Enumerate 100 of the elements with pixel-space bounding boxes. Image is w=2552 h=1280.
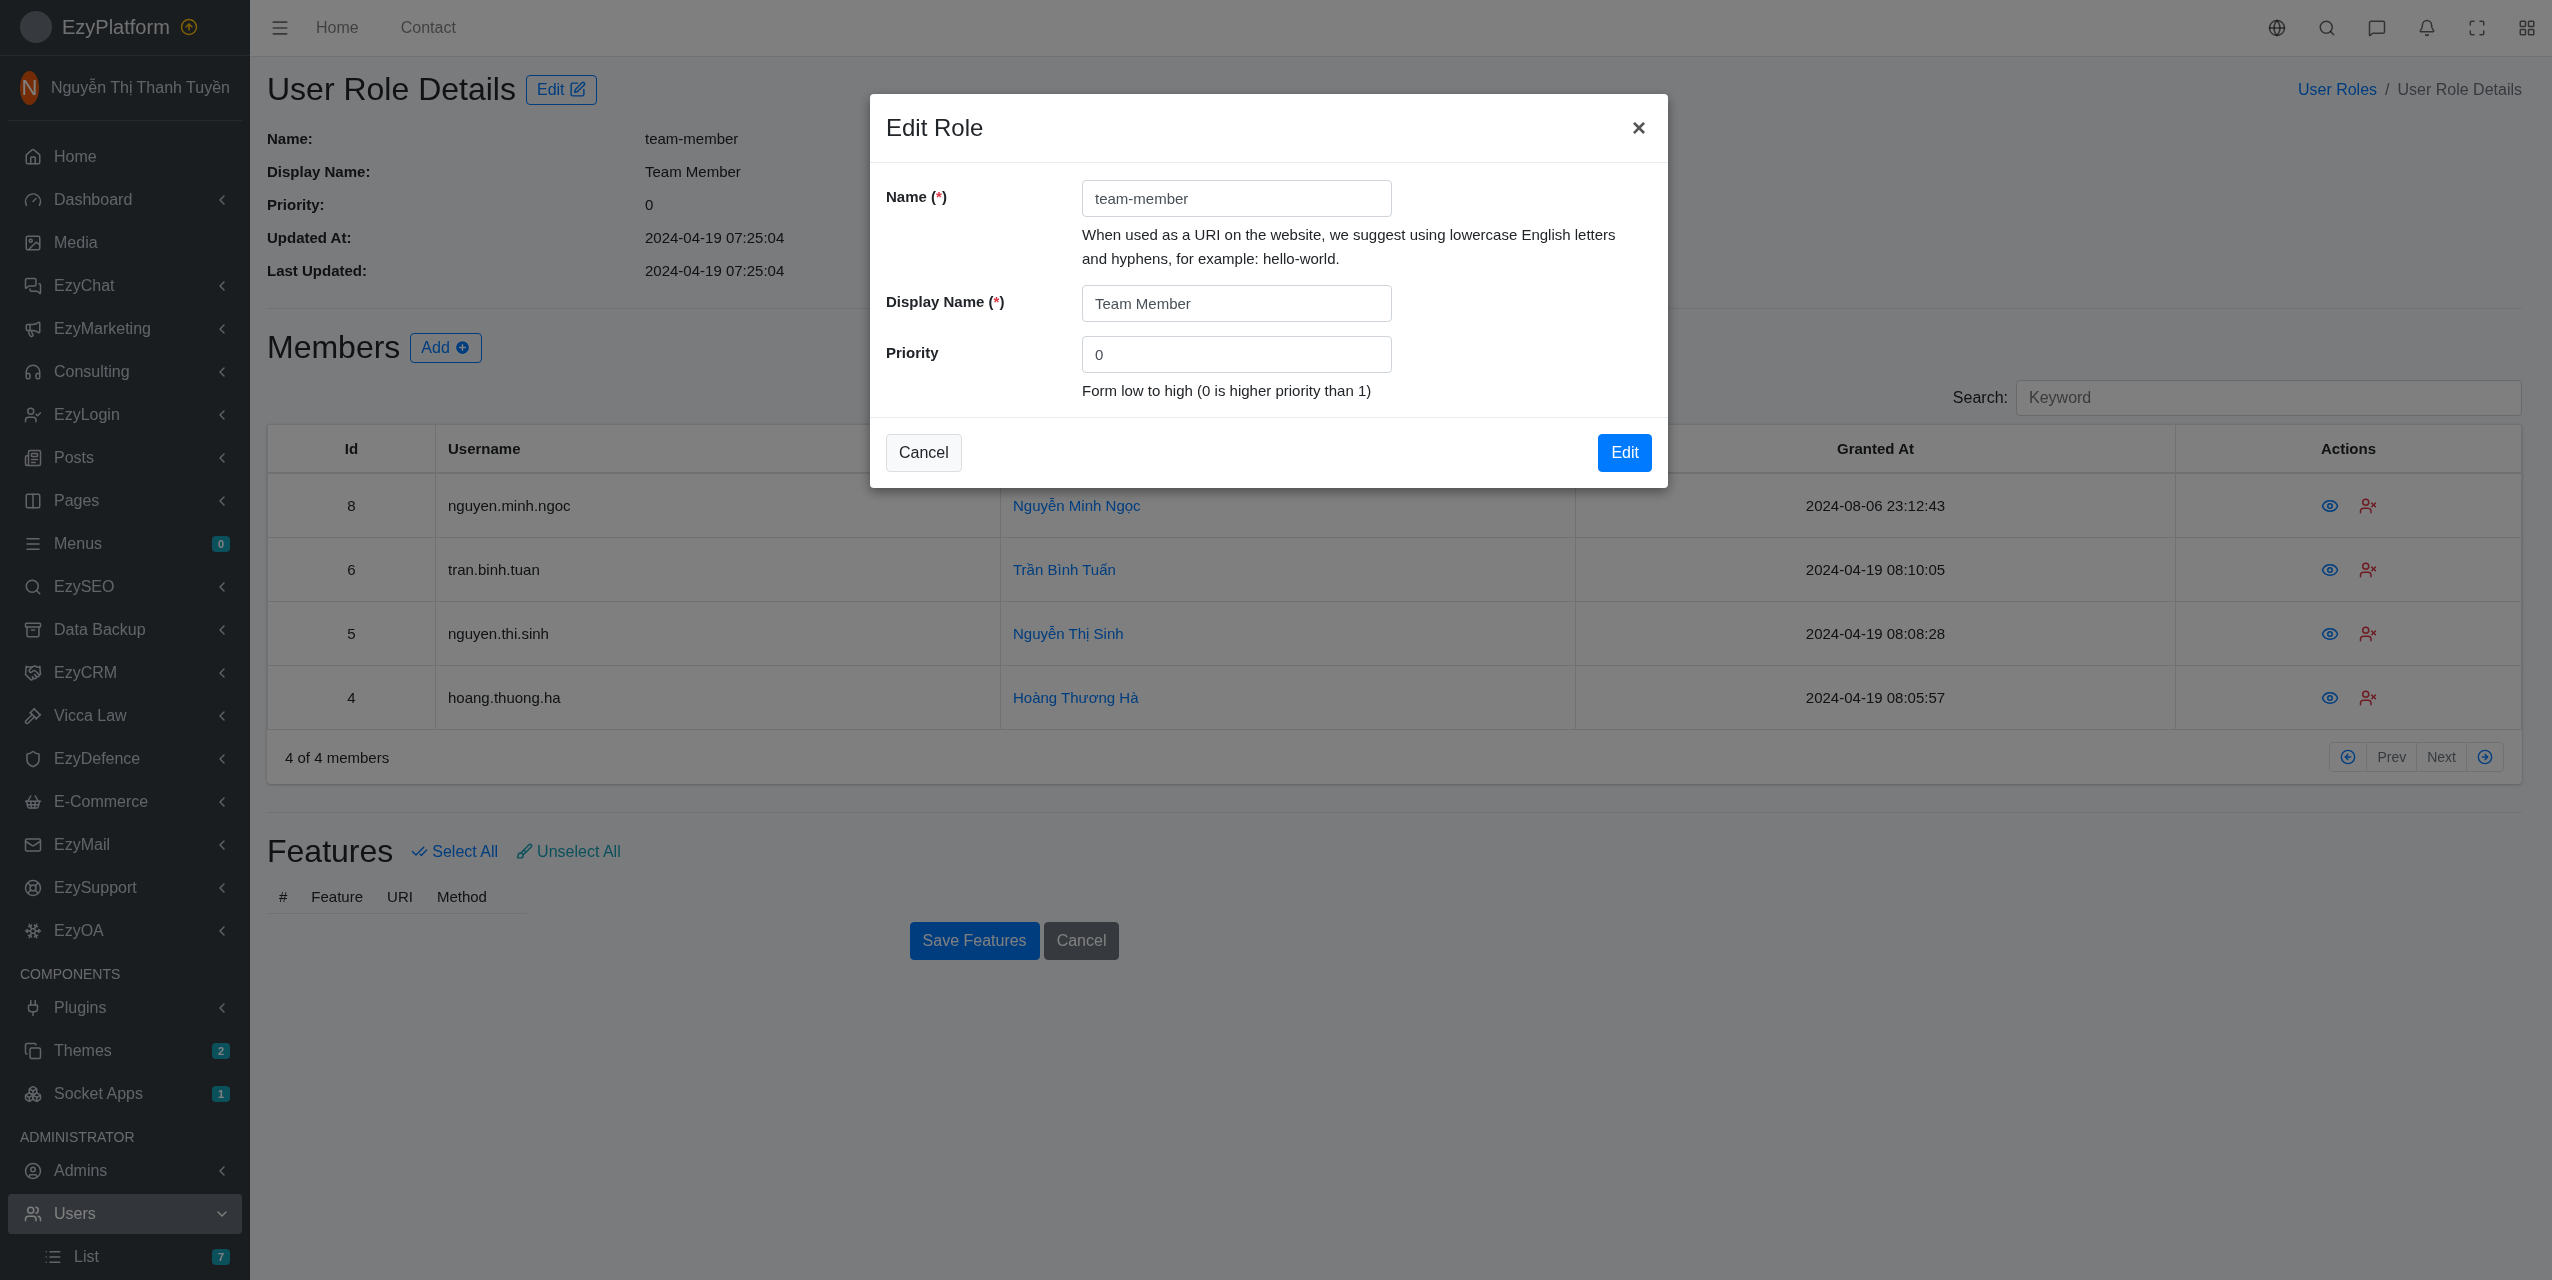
- nav-item[interactable]: Consulting: [8, 352, 242, 392]
- input-field[interactable]: team-member: [1082, 180, 1392, 217]
- column-header: Actions: [2175, 424, 2522, 473]
- handshake-icon: [24, 664, 42, 682]
- field-label: Name (*): [886, 187, 948, 207]
- table-cell: 2024-04-19 08:08:28: [1575, 601, 2176, 666]
- table-cell: 5: [267, 601, 436, 666]
- table-cell: nguyen.thi.sinh: [435, 601, 1001, 666]
- table-cell: 4: [267, 665, 436, 730]
- column-header: Method: [435, 887, 488, 907]
- headset-icon: [24, 363, 42, 381]
- section-title: Members: [267, 329, 401, 366]
- user-name[interactable]: Nguyễn Thị Thanh Tuyền: [50, 78, 230, 97]
- search-icon: [24, 578, 42, 596]
- next-button[interactable]: Next: [2416, 743, 2466, 771]
- nav-item[interactable]: E-Commerce: [8, 782, 242, 822]
- detail-label: Updated At:: [267, 229, 352, 247]
- upgrade-icon[interactable]: [179, 18, 198, 37]
- submit-button[interactable]: Edit: [1598, 434, 1652, 472]
- count-badge: 7: [211, 1249, 230, 1265]
- brand-name[interactable]: EzyPlatform: [62, 15, 170, 39]
- detail-label: Last Updated:: [267, 262, 367, 280]
- nav-item[interactable]: EzyOA: [8, 911, 242, 951]
- nav-item[interactable]: Plugins: [8, 988, 242, 1028]
- chat-icon: [24, 277, 42, 295]
- breadcrumb-current: User Role Details: [2397, 80, 2522, 99]
- house-icon: [24, 148, 42, 166]
- archive-icon: [24, 621, 42, 639]
- gauge-icon: [24, 191, 42, 209]
- cancel-button[interactable]: Cancel: [1043, 922, 1120, 960]
- nav-item[interactable]: Vicca Law: [8, 696, 242, 736]
- count-badge: 2: [211, 1043, 230, 1059]
- table-cell: 6: [267, 537, 436, 602]
- help-text: When used as a URI on the website, we suggest using lowercase English letters and hyphens, for example: hello-world.: [1082, 225, 1617, 269]
- nav-item[interactable]: Admins: [8, 1151, 242, 1191]
- nav-item[interactable]: Themes 2: [8, 1031, 242, 1071]
- nav-item[interactable]: EzyLogin: [8, 395, 242, 435]
- nav-item[interactable]: EzyMarketing: [8, 309, 242, 349]
- users-icon: [24, 1205, 42, 1223]
- nav-item[interactable]: Data Backup: [8, 610, 242, 650]
- member-link[interactable]: Trần Bình Tuấn: [1013, 561, 1116, 578]
- table-cell: hoang.thuong.ha: [435, 665, 1001, 730]
- nav-item[interactable]: EzyDefence: [8, 739, 242, 779]
- copy-icon: [24, 1042, 42, 1060]
- nav-item[interactable]: EzyMail: [8, 825, 242, 865]
- remove-user-icon[interactable]: [2358, 496, 2377, 515]
- nav-item[interactable]: EzySEO: [8, 567, 242, 607]
- arrow-right-icon: [2477, 749, 2493, 765]
- page-title: User Role Details: [267, 71, 516, 108]
- table-cell: 2024-04-19 08:05:57: [1575, 665, 2176, 730]
- nav-item[interactable]: Pages: [8, 481, 242, 521]
- nav-link[interactable]: Contact: [384, 19, 472, 37]
- basket-icon: [24, 793, 42, 811]
- unselect-all-link[interactable]: Unselect All: [516, 842, 621, 861]
- table-cell: 2024-04-19 08:10:05: [1575, 537, 2176, 602]
- nav-item[interactable]: EzyChat: [8, 266, 242, 306]
- nav-item[interactable]: Posts: [8, 438, 242, 478]
- column-header: Id: [267, 424, 436, 473]
- search-field[interactable]: Keyword: [2016, 380, 2522, 416]
- detail-value: 0: [645, 196, 654, 214]
- input-field[interactable]: Team Member: [1082, 285, 1392, 322]
- member-link[interactable]: Nguyễn Thị Sinh: [1013, 625, 1124, 642]
- detail-label: Name:: [267, 130, 313, 148]
- nav-item[interactable]: Dashboard: [8, 180, 242, 220]
- remove-user-icon[interactable]: [2358, 560, 2377, 579]
- nav-item[interactable]: Menus 0: [8, 524, 242, 564]
- nav-item[interactable]: Users: [8, 1194, 242, 1234]
- select-all-link[interactable]: Select All: [411, 842, 499, 861]
- member-link[interactable]: Nguyễn Minh Ngọc: [1013, 497, 1141, 514]
- member-link[interactable]: Hoàng Thương Hà: [1013, 689, 1139, 706]
- close-button[interactable]: ×: [1626, 113, 1652, 143]
- nav-item[interactable]: List 7: [8, 1237, 242, 1277]
- image-icon: [24, 234, 42, 252]
- cancel-button[interactable]: Cancel: [886, 434, 962, 472]
- edit-button[interactable]: Edit: [525, 74, 597, 105]
- lifebuoy-icon: [24, 879, 42, 897]
- nav-item[interactable]: Home: [8, 137, 242, 177]
- nav-item[interactable]: EzySupport: [8, 868, 242, 908]
- snowflake-icon: [24, 922, 42, 940]
- add-button[interactable]: Add: [410, 332, 482, 363]
- breadcrumb-link[interactable]: User Roles: [2297, 80, 2378, 99]
- remove-user-icon[interactable]: [2358, 688, 2377, 707]
- nav-heading: COMPONENTS: [19, 965, 122, 984]
- plus-icon: [453, 339, 471, 356]
- column-header: Feature: [310, 887, 365, 907]
- input-field[interactable]: 0: [1082, 336, 1392, 373]
- detail-value: team-member: [645, 130, 739, 148]
- table-cell: 8: [267, 473, 436, 538]
- column-header: #: [278, 887, 289, 907]
- edit-icon: [568, 81, 586, 98]
- shield-icon: [24, 750, 42, 768]
- nav-heading: ADMINISTRATOR: [19, 1128, 136, 1147]
- nav-item[interactable]: Socket Apps 1: [8, 1074, 242, 1114]
- save-features-button[interactable]: Save Features: [909, 922, 1040, 960]
- nav-item[interactable]: Media: [8, 223, 242, 263]
- prev-button[interactable]: Prev: [2366, 743, 2417, 771]
- dialog-title: Edit Role: [886, 114, 984, 142]
- remove-user-icon[interactable]: [2358, 624, 2377, 643]
- nav-item[interactable]: EzyCRM: [8, 653, 242, 693]
- nav-link[interactable]: Home: [300, 19, 375, 37]
